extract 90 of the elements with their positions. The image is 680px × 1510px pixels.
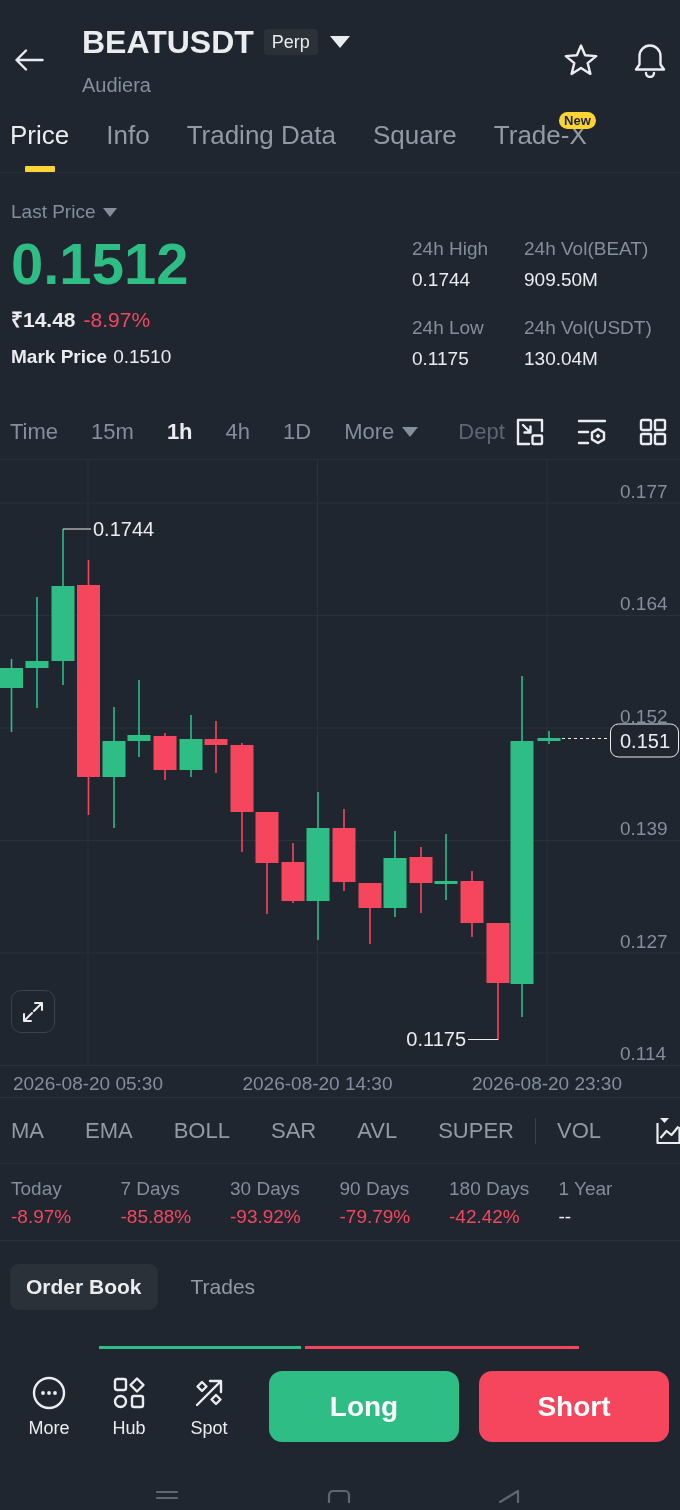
interval-option[interactable]: Time <box>10 419 59 445</box>
low-price-label: 0.1175 <box>406 1028 466 1050</box>
price-change: -8.97% <box>83 307 151 333</box>
hub-button[interactable]: Hub <box>89 1371 169 1439</box>
price-axis-label: 0.164 <box>620 593 668 614</box>
falling-candle <box>204 720 228 774</box>
frame-arrow-icon[interactable] <box>515 417 545 447</box>
falling-candle <box>358 882 382 945</box>
indicator-option[interactable]: MA <box>11 1117 44 1144</box>
period-label: Today <box>11 1177 63 1201</box>
page-tab[interactable]: Square <box>372 106 457 172</box>
stat-label: 24h Low <box>412 316 485 340</box>
contract-type-tag: Perp <box>263 29 318 55</box>
more-icon <box>32 1376 66 1410</box>
falling-candle <box>153 732 177 781</box>
indicator-option[interactable]: SUPER <box>438 1117 514 1144</box>
expand-icon <box>21 999 45 1024</box>
last-price: 0.1512 <box>11 233 189 295</box>
stat-value: 0.1744 <box>412 268 472 292</box>
stat-label: 24h High <box>412 237 490 261</box>
caret-icon <box>103 207 118 217</box>
period-change: -93.92% <box>230 1205 302 1229</box>
mark-price-label: Mark Price <box>11 345 108 369</box>
book-tab[interactable]: Order Book <box>10 1264 158 1310</box>
spot-button[interactable]: Spot <box>169 1371 249 1439</box>
stat-value: 909.50M <box>524 268 599 292</box>
symbol-title: BEATUSDT <box>82 23 254 62</box>
stat-label: 24h Vol(BEAT) <box>524 237 650 261</box>
leader-line <box>467 1039 499 1040</box>
page-tab[interactable]: Trading Data <box>186 106 336 172</box>
interval-menu-button[interactable]: More <box>344 419 419 445</box>
shapes-grid-icon <box>112 1376 146 1410</box>
home-icon[interactable] <box>327 1489 351 1503</box>
book-tab[interactable]: Trades <box>174 1264 272 1310</box>
fullscreen-button[interactable] <box>11 990 55 1033</box>
grid-icon[interactable] <box>639 418 667 446</box>
rising-candle <box>434 833 458 901</box>
price-axis-label: 0.114 <box>620 1043 667 1064</box>
period-label: 7 Days <box>120 1177 181 1201</box>
bell-icon[interactable] <box>633 42 667 78</box>
stat-value: 0.1175 <box>412 347 470 371</box>
line-chart-icon[interactable] <box>655 1116 680 1145</box>
price-axis-label: 0.139 <box>620 818 668 839</box>
fiat-price: ₹14.48 <box>11 307 76 333</box>
sell-button[interactable]: Short <box>479 1371 669 1442</box>
period-label: 180 Days <box>449 1177 531 1201</box>
stat-label: 24h Vol(USDT) <box>524 316 653 340</box>
interval-option[interactable]: 4h <box>225 419 251 445</box>
period-change: -- <box>558 1205 573 1229</box>
period-change: -79.79% <box>339 1205 412 1229</box>
period-change: -42.42% <box>449 1205 521 1229</box>
more-button[interactable]: More <box>9 1371 89 1439</box>
time-axis-label: 2026-08-20 23:30 <box>472 1072 622 1094</box>
leader-line <box>62 528 92 530</box>
asset-name: Audiera <box>82 73 152 98</box>
indicator-option[interactable]: BOLL <box>173 1117 230 1144</box>
interval-option[interactable]: 15m <box>91 419 134 445</box>
caret-icon <box>402 427 419 437</box>
new-tag: New <box>559 112 596 129</box>
stat-value: 130.04M <box>524 347 599 371</box>
indicator-option[interactable]: AVL <box>357 1117 398 1144</box>
high-price-label: 0.1744 <box>93 518 155 540</box>
period-label: 30 Days <box>230 1177 301 1201</box>
period-change: -85.88% <box>120 1205 193 1229</box>
time-axis-label: 2026-08-20 05:30 <box>13 1072 163 1094</box>
falling-candle <box>281 842 305 904</box>
rising-candle <box>537 730 561 745</box>
period-label: 1 Year <box>558 1177 614 1201</box>
falling-candle <box>460 870 484 938</box>
indicator-option[interactable]: SAR <box>270 1117 317 1144</box>
star-icon[interactable] <box>563 43 599 77</box>
interval-option[interactable]: 1h <box>166 419 193 445</box>
price-axis-label: 0.177 <box>620 480 668 502</box>
price-line <box>561 738 610 739</box>
interval-option[interactable]: 1D <box>283 419 312 445</box>
caret-icon[interactable] <box>329 36 350 48</box>
period-change: -8.97% <box>11 1205 73 1229</box>
page-tab[interactable]: Info <box>106 106 150 172</box>
price-type-selector[interactable]: Last Price <box>11 200 118 224</box>
falling-candle <box>409 846 433 914</box>
mark-price-value: 0.1510 <box>113 345 172 369</box>
indicator-option[interactable]: VOL <box>556 1117 601 1144</box>
list-settings-icon[interactable] <box>577 418 607 446</box>
page-tab[interactable]: Price <box>10 106 70 172</box>
rising-candle <box>179 714 203 778</box>
indicator-option[interactable]: EMA <box>85 1117 133 1144</box>
time-axis-label: 2026-08-20 14:30 <box>242 1072 393 1094</box>
period-label: 90 Days <box>339 1177 411 1201</box>
price-axis-label: 0.127 <box>620 930 668 952</box>
current-price-tag: 0.151 <box>610 723 679 758</box>
